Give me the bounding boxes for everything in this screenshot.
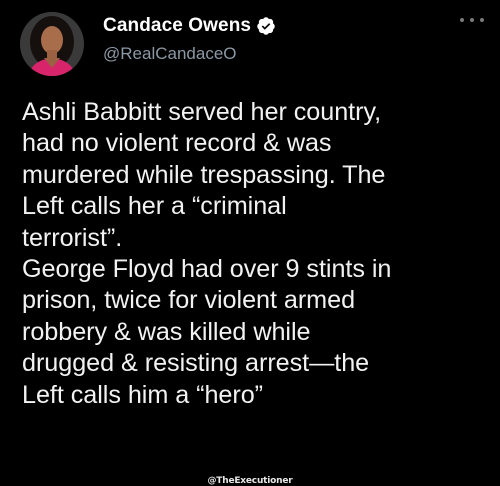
tweet-line: George Floyd had over 9 stints in [22,255,392,284]
more-options-icon[interactable] [460,12,484,28]
avatar[interactable] [20,12,84,76]
tweet-line: murdered while trespassing. The [22,160,386,189]
verified-badge-icon [256,16,276,36]
name-row: Candace Owens [103,14,276,38]
tweet-line: terrorist”. [22,223,123,252]
user-handle[interactable]: @RealCandaceO [103,44,276,64]
display-name[interactable]: Candace Owens [103,15,251,37]
tweet-line: Left calls him a “hero” [22,380,264,409]
tweet-line: prison, twice for violent armed [22,286,356,315]
tweet-line: drugged & resisting arrest—the [22,349,370,378]
tweet-header: Candace Owens @RealCandaceO [103,14,276,64]
profile-photo-icon [20,12,84,76]
tweet-line: robbery & was killed while [22,317,311,346]
tweet-text: Ashli Babbitt served her country, had no… [22,97,492,411]
tweet-card: Candace Owens @RealCandaceO Ashli Babbit… [0,0,500,486]
tweet-line: Left calls her a “criminal [22,192,287,221]
tweet-line: had no violent record & was [22,129,332,158]
tweet-line: Ashli Babbitt served her country, [22,98,382,126]
watermark: @TheExecutioner [207,476,293,486]
